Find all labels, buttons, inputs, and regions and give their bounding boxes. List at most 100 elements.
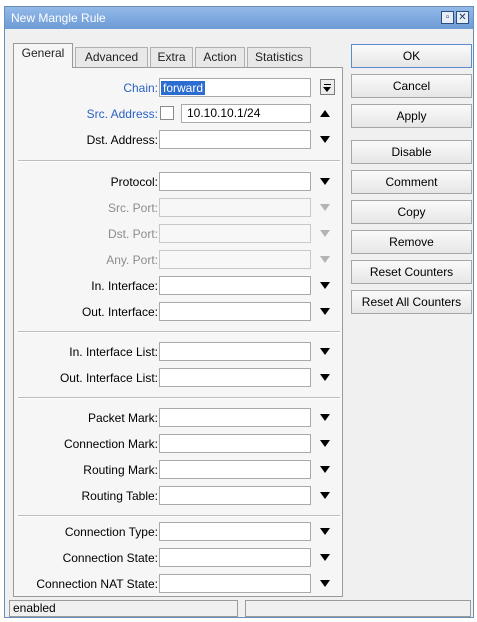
title-bar[interactable]: New Mangle Rule ▫ ✕ <box>5 7 473 29</box>
general-panel: Chain: forward Src. Address: 10.10.10.1/… <box>13 67 343 597</box>
expand-arrow-icon[interactable] <box>320 440 330 447</box>
apply-button[interactable]: Apply <box>351 104 472 128</box>
status-panel <box>245 600 471 617</box>
separator <box>18 160 340 162</box>
connection-type-label: Connection Type: <box>64 525 158 539</box>
connection-state-label: Connection State: <box>62 551 158 565</box>
dst-port-label: Dst. Port: <box>107 227 158 241</box>
dst-port-row: Dst. Port: <box>14 224 344 244</box>
packet-mark-input[interactable] <box>159 408 311 427</box>
out-interface-label: Out. Interface: <box>81 305 158 319</box>
routing-mark-input[interactable] <box>159 460 311 479</box>
dst-port-input[interactable] <box>159 224 311 243</box>
connection-nat-state-input[interactable] <box>159 574 311 593</box>
connection-state-row: Connection State: <box>14 548 344 568</box>
src-port-input[interactable] <box>159 198 311 217</box>
protocol-input[interactable] <box>159 172 311 191</box>
routing-table-input[interactable] <box>159 486 311 505</box>
expand-arrow-icon[interactable] <box>320 580 330 587</box>
connection-mark-label: Connection Mark: <box>63 437 158 451</box>
src-address-label: Src. Address: <box>86 107 158 121</box>
expand-arrow-icon[interactable] <box>320 466 330 473</box>
routing-table-row: Routing Table: <box>14 486 344 506</box>
connection-type-row: Connection Type: <box>14 522 344 542</box>
expand-arrow-icon[interactable] <box>320 308 330 315</box>
expand-arrow-icon <box>320 204 330 211</box>
expand-arrow-icon[interactable] <box>320 136 330 143</box>
routing-mark-label: Routing Mark: <box>83 463 158 477</box>
window-title: New Mangle Rule <box>11 11 106 25</box>
connection-nat-state-label: Connection NAT State: <box>36 577 158 591</box>
in-interface-list-input[interactable] <box>159 342 311 361</box>
close-icon[interactable]: ✕ <box>456 11 469 24</box>
minimize-icon[interactable]: ▫ <box>441 11 454 24</box>
expand-arrow-icon[interactable] <box>320 528 330 535</box>
dst-address-row: Dst. Address: <box>14 130 344 150</box>
expand-arrow-icon[interactable] <box>320 414 330 421</box>
chain-dropdown-icon[interactable] <box>320 79 335 95</box>
in-interface-label: In. Interface: <box>91 279 158 293</box>
src-address-row: Src. Address: 10.10.10.1/24 <box>14 104 344 124</box>
connection-state-input[interactable] <box>159 548 311 567</box>
tab-advanced[interactable]: Advanced <box>75 47 148 67</box>
chain-value: forward <box>161 81 206 95</box>
in-interface-list-row: In. Interface List: <box>14 342 344 362</box>
separator <box>18 397 340 399</box>
any-port-label: Any. Port: <box>106 253 158 267</box>
packet-mark-label: Packet Mark: <box>87 411 158 425</box>
tab-action[interactable]: Action <box>195 47 245 67</box>
src-address-invert-checkbox[interactable] <box>160 106 174 120</box>
out-interface-row: Out. Interface: <box>14 302 344 322</box>
reset-counters-button[interactable]: Reset Counters <box>351 260 472 284</box>
expand-arrow-icon[interactable] <box>320 348 330 355</box>
dst-address-label: Dst. Address: <box>86 133 158 147</box>
collapse-arrow-icon[interactable] <box>320 110 330 117</box>
any-port-row: Any. Port: <box>14 250 344 270</box>
src-port-label: Src. Port: <box>107 201 158 215</box>
chain-label: Chain: <box>123 81 158 95</box>
separator <box>18 515 340 517</box>
expand-arrow-icon[interactable] <box>320 178 330 185</box>
out-interface-list-row: Out. Interface List: <box>14 368 344 388</box>
expand-arrow-icon <box>320 256 330 263</box>
chain-row: Chain: forward <box>14 78 344 98</box>
packet-mark-row: Packet Mark: <box>14 408 344 428</box>
chain-select[interactable]: forward <box>159 78 311 97</box>
protocol-row: Protocol: <box>14 172 344 192</box>
mangle-rule-window: New Mangle Rule ▫ ✕ General Advanced Ext… <box>4 6 474 618</box>
dst-address-input[interactable] <box>159 130 311 149</box>
expand-arrow-icon[interactable] <box>320 492 330 499</box>
any-port-input[interactable] <box>159 250 311 269</box>
protocol-label: Protocol: <box>110 175 158 189</box>
tab-general[interactable]: General <box>13 43 73 68</box>
disable-button[interactable]: Disable <box>351 140 472 164</box>
out-interface-list-input[interactable] <box>159 368 311 387</box>
connection-mark-row: Connection Mark: <box>14 434 344 454</box>
cancel-button[interactable]: Cancel <box>351 74 472 98</box>
expand-arrow-icon[interactable] <box>320 554 330 561</box>
expand-arrow-icon[interactable] <box>320 374 330 381</box>
src-address-input[interactable]: 10.10.10.1/24 <box>181 104 311 123</box>
expand-arrow-icon[interactable] <box>320 282 330 289</box>
tab-statistics[interactable]: Statistics <box>247 47 311 67</box>
reset-all-counters-button[interactable]: Reset All Counters <box>351 290 472 314</box>
tab-extra[interactable]: Extra <box>150 47 193 67</box>
status-text: enabled <box>9 600 238 617</box>
copy-button[interactable]: Copy <box>351 200 472 224</box>
routing-mark-row: Routing Mark: <box>14 460 344 480</box>
ok-button[interactable]: OK <box>351 44 472 68</box>
connection-mark-input[interactable] <box>159 434 311 453</box>
out-interface-input[interactable] <box>159 302 311 321</box>
in-interface-row: In. Interface: <box>14 276 344 296</box>
routing-table-label: Routing Table: <box>81 489 159 503</box>
expand-arrow-icon <box>320 230 330 237</box>
src-port-row: Src. Port: <box>14 198 344 218</box>
connection-nat-state-row: Connection NAT State: <box>14 574 344 594</box>
comment-button[interactable]: Comment <box>351 170 472 194</box>
in-interface-input[interactable] <box>159 276 311 295</box>
out-interface-list-label: Out. Interface List: <box>59 371 158 385</box>
connection-type-input[interactable] <box>159 522 311 541</box>
status-bar: enabled <box>9 600 471 617</box>
remove-button[interactable]: Remove <box>351 230 472 254</box>
separator <box>18 331 340 333</box>
